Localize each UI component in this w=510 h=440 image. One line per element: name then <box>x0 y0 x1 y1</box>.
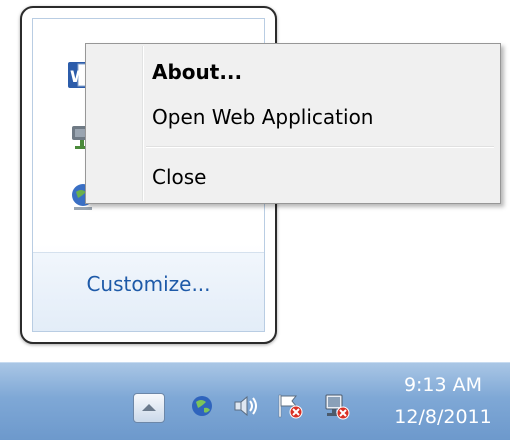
volume-icon[interactable] <box>228 389 262 423</box>
action-center-flag-icon[interactable] <box>272 389 306 423</box>
clock-date: 12/8/2011 <box>394 406 492 428</box>
tray-context-menu: About... Open Web Application Close <box>85 43 501 204</box>
menu-item-about[interactable]: About... <box>152 60 242 84</box>
show-hidden-icons-button[interactable] <box>133 393 165 423</box>
chevron-up-icon <box>142 404 156 411</box>
clock-time: 9:13 AM <box>403 374 483 396</box>
system-clock[interactable]: 9:13 AM 12/8/2011 <box>380 369 506 433</box>
globe-icon[interactable] <box>185 389 219 423</box>
network-icon[interactable] <box>318 389 352 423</box>
menu-item-open-web-application[interactable]: Open Web Application <box>152 105 373 129</box>
menu-separator <box>146 146 494 148</box>
menu-item-close[interactable]: Close <box>152 165 206 189</box>
taskbar: 9:13 AM 12/8/2011 <box>0 362 510 440</box>
customize-link[interactable]: Customize... <box>22 272 275 296</box>
menu-icon-gutter <box>142 46 144 201</box>
